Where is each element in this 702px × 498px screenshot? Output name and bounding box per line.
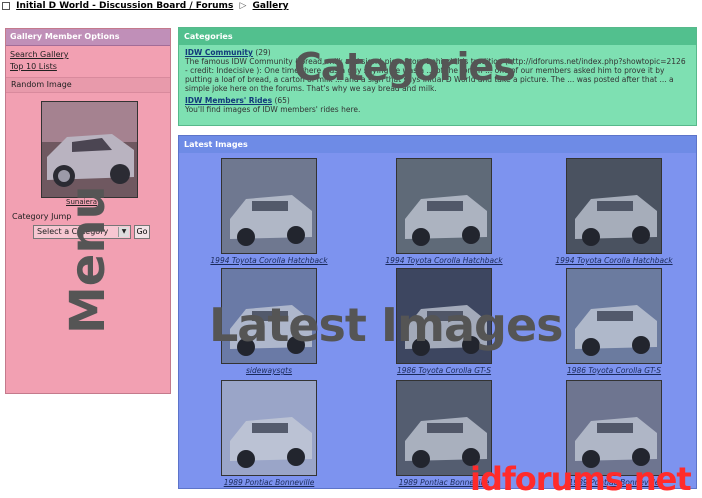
watermark: idforums.net xyxy=(470,460,692,498)
latest-image-caption[interactable]: 1989 Pontiac Bonneville xyxy=(194,478,344,487)
breadcrumb-site-link[interactable]: Initial D World - Discussion Board / For… xyxy=(16,1,233,11)
latest-image-caption[interactable]: 1986 Toyota Corolla GT-S xyxy=(539,366,689,375)
latest-image-caption[interactable]: 1994 Toyota Corolla Hatchback xyxy=(369,256,519,265)
category-title-idw-community[interactable]: IDW Community xyxy=(185,48,253,57)
latest-image-thumbnail[interactable] xyxy=(221,380,317,476)
top-10-lists-link[interactable]: Top 10 Lists xyxy=(10,61,170,73)
category-description: You'll find images of IDW members' rides… xyxy=(185,105,361,114)
menu-header: Gallery Member Options xyxy=(6,29,170,46)
random-image-label: Random Image xyxy=(6,77,170,93)
latest-image-caption[interactable]: 1994 Toyota Corolla Hatchback xyxy=(539,256,689,265)
category-count: (65) xyxy=(274,96,290,105)
latest-image-caption[interactable]: 1994 Toyota Corolla Hatchback xyxy=(194,256,344,265)
search-gallery-link[interactable]: Search Gallery xyxy=(10,49,170,61)
latest-image-caption[interactable]: sidewaysgts xyxy=(194,366,344,375)
category-item: IDW Members' Rides (65) You'll find imag… xyxy=(185,96,690,114)
breadcrumb: Initial D World - Discussion Board / For… xyxy=(2,1,289,11)
categories-header: Categories xyxy=(179,28,696,45)
go-button[interactable]: Go xyxy=(134,225,150,239)
breadcrumb-gallery-link[interactable]: Gallery xyxy=(253,1,289,11)
categories-panel: Categories IDW Community (29) The famous… xyxy=(178,27,697,126)
svg-text:Menu: Menu xyxy=(60,185,116,334)
categories-overlay-label: Categories xyxy=(294,45,516,89)
latest-images-header: Latest Images xyxy=(179,136,696,153)
latest-image-thumbnail[interactable] xyxy=(221,158,317,254)
latest-image-thumbnail[interactable] xyxy=(396,158,492,254)
board-icon xyxy=(2,1,10,10)
latest-image-thumbnail[interactable] xyxy=(566,268,662,364)
latest-images-panel: Latest Images 1994 Toyota Corolla Hatchb… xyxy=(178,135,697,489)
gallery-menu-panel: Gallery Member Options Search Gallery To… xyxy=(5,28,171,394)
latest-images-overlay-label: Latest Images xyxy=(209,298,564,352)
latest-image-caption[interactable]: 1986 Toyota Corolla GT-S xyxy=(369,366,519,375)
breadcrumb-separator: ▷ xyxy=(239,1,247,11)
chevron-down-icon: ▼ xyxy=(118,227,129,237)
category-title-members-rides[interactable]: IDW Members' Rides xyxy=(185,96,272,105)
category-count: (29) xyxy=(255,48,271,57)
latest-image-thumbnail[interactable] xyxy=(566,158,662,254)
menu-overlay-label: Menu xyxy=(60,185,116,334)
